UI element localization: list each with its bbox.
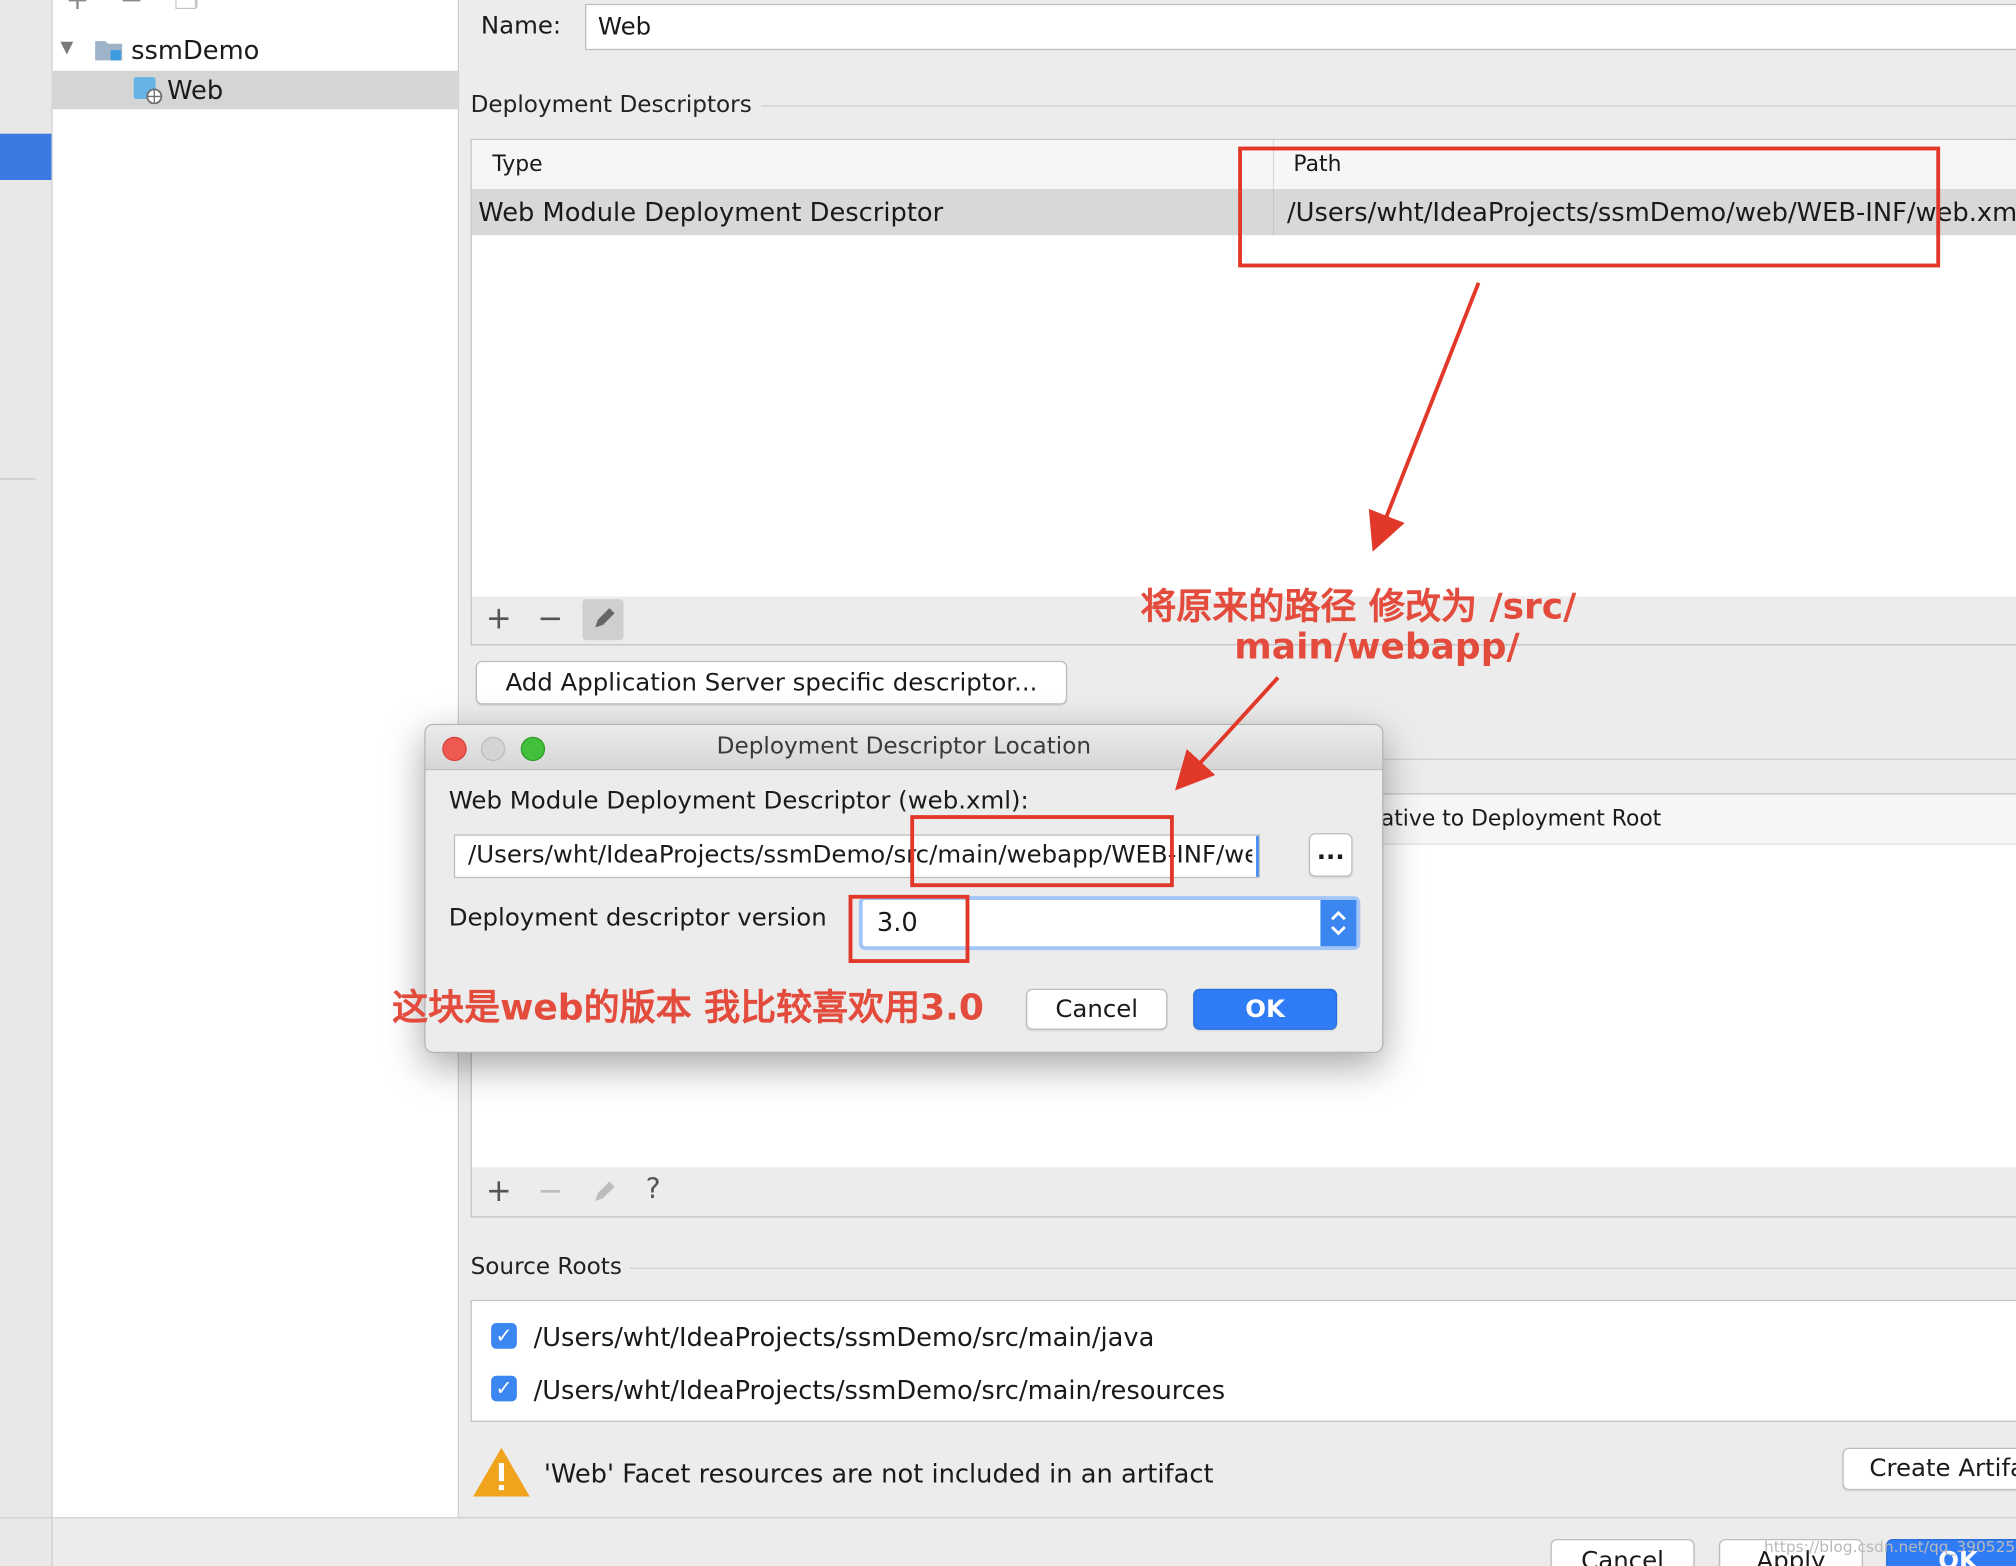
annotation-arrows bbox=[1175, 282, 1481, 791]
annotation-path-note-line2: main/webapp/ bbox=[1234, 624, 1520, 668]
annotation-version-note: 这块是web的版本 我比较喜欢用3.0 bbox=[392, 986, 984, 1029]
annotation-path-note-line1: 将原来的路径 修改为 /src/ bbox=[1140, 584, 1577, 628]
